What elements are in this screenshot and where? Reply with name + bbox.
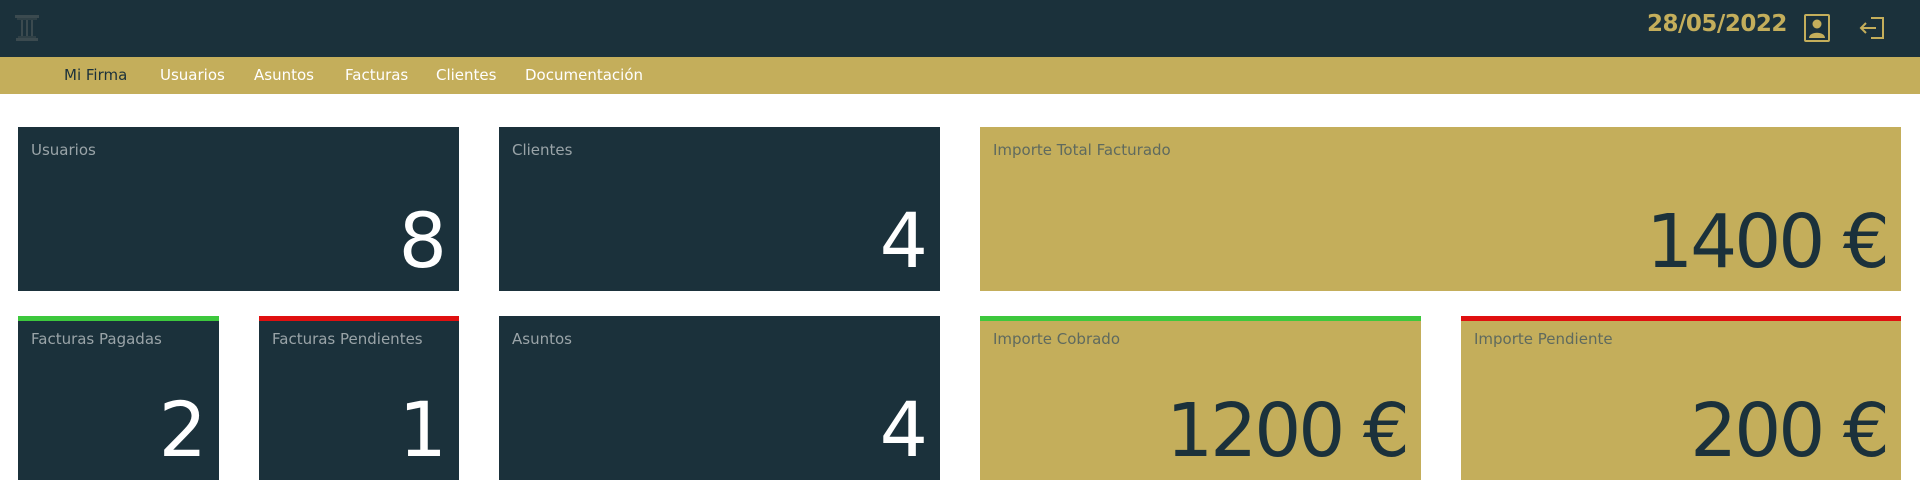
stat-value: 4 (879, 196, 928, 285)
column-logo-icon[interactable] (14, 14, 40, 42)
stat-card-facturas-pendientes: Facturas Pendientes 1 (259, 316, 459, 480)
current-date: 28/05/2022 (1647, 11, 1787, 37)
stat-card-importe-cobrado: Importe Cobrado 1200 € (980, 316, 1421, 480)
nav-item-facturas[interactable]: Facturas (345, 66, 408, 84)
user-profile-button[interactable] (1801, 12, 1833, 44)
stat-value: 1400 € (1646, 199, 1890, 285)
stat-value: 4 (879, 385, 928, 474)
success-accent-bar (980, 316, 1421, 321)
stat-card-facturas-pagadas: Facturas Pagadas 2 (18, 316, 219, 480)
nav-item-documentacion[interactable]: Documentación (525, 66, 643, 84)
logout-icon (1859, 17, 1884, 39)
stat-card-clientes: Clientes 4 (499, 127, 940, 291)
nav-item-clientes[interactable]: Clientes (436, 66, 496, 84)
stat-label: Importe Pendiente (1474, 330, 1613, 348)
nav-item-usuarios[interactable]: Usuarios (160, 66, 225, 84)
stat-label: Clientes (512, 141, 573, 159)
stat-card-importe-pendiente: Importe Pendiente 200 € (1461, 316, 1901, 480)
stat-value: 1200 € (1166, 388, 1410, 474)
stat-label: Facturas Pendientes (272, 330, 423, 348)
stat-label: Importe Total Facturado (993, 141, 1171, 159)
stat-label: Usuarios (31, 141, 96, 159)
main-navigation: Mi Firma Usuarios Asuntos Facturas Clien… (0, 57, 1920, 94)
user-profile-icon (1804, 14, 1830, 42)
top-bar: 28/05/2022 (0, 0, 1920, 57)
stat-value: 1 (398, 385, 447, 474)
stat-card-importe-total: Importe Total Facturado 1400 € (980, 127, 1901, 291)
stat-value: 2 (158, 385, 207, 474)
nav-item-asuntos[interactable]: Asuntos (254, 66, 314, 84)
stat-label: Facturas Pagadas (31, 330, 162, 348)
stat-card-usuarios: Usuarios 8 (18, 127, 459, 291)
stat-label: Asuntos (512, 330, 572, 348)
stat-label: Importe Cobrado (993, 330, 1121, 348)
stat-value: 200 € (1690, 388, 1890, 474)
logout-button[interactable] (1857, 12, 1889, 44)
stat-value: 8 (398, 196, 447, 285)
stat-card-asuntos: Asuntos 4 (499, 316, 940, 480)
success-accent-bar (18, 316, 219, 321)
danger-accent-bar (259, 316, 459, 321)
nav-item-mi-firma[interactable]: Mi Firma (64, 66, 127, 84)
danger-accent-bar (1461, 316, 1901, 321)
